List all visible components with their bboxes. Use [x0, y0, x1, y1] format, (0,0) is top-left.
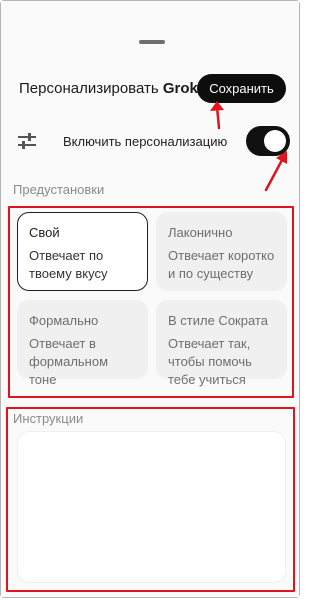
preset-description: Отвечает так, чтобы помочь тебе учиться: [168, 336, 252, 387]
toggle-knob: [264, 130, 286, 152]
preset-card-socratic[interactable]: В стиле Сократа Отвечает так, чтобы помо…: [156, 300, 287, 387]
brand-name: Grok: [162, 80, 198, 97]
preset-description: Отвечает в формальном тоне: [29, 336, 109, 387]
preset-title: Свой: [29, 225, 60, 240]
instructions-highlight: [6, 407, 295, 592]
title-text: Персонализировать: [19, 80, 159, 97]
bottom-sheet: Персонализировать Grok Сохранить Включит…: [1, 1, 299, 597]
personalization-label: Включить персонализацию: [63, 134, 228, 149]
save-button[interactable]: Сохранить: [197, 74, 286, 103]
page-title: Персонализировать Grok: [19, 80, 198, 97]
preset-description: Отвечает по твоему вкусу: [29, 248, 108, 281]
presets-label: Предустановки: [13, 182, 105, 197]
arrow-up-right-icon: [264, 151, 287, 192]
preset-title: В стиле Сократа: [168, 313, 268, 328]
preset-card-concise[interactable]: Лаконично Отвечает коротко и по существу: [156, 212, 287, 291]
drag-handle[interactable]: [139, 40, 165, 44]
arrow-up-icon: [210, 101, 224, 130]
preset-card-formal[interactable]: Формально Отвечает в формальном тоне: [17, 300, 148, 387]
preset-description: Отвечает коротко и по существу: [168, 248, 275, 281]
preset-title: Лаконично: [168, 225, 233, 240]
sliders-icon: [18, 133, 36, 149]
preset-card-custom[interactable]: Свой Отвечает по твоему вкусу: [17, 212, 148, 291]
preset-title: Формально: [29, 313, 99, 328]
